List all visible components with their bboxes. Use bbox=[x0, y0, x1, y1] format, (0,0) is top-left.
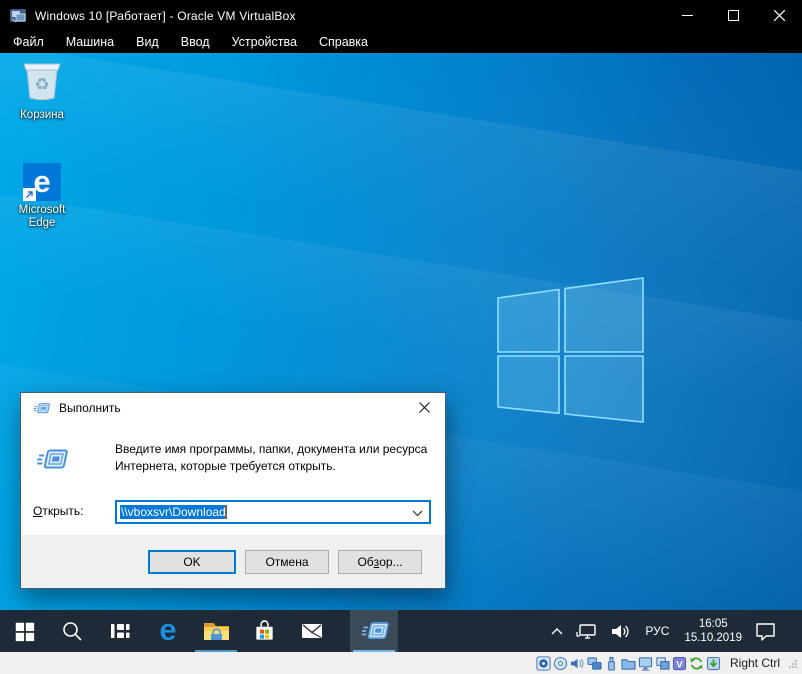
recycle-bin-icon: ♻ bbox=[21, 57, 63, 101]
tray-time: 16:05 bbox=[684, 617, 742, 631]
task-view-button[interactable] bbox=[96, 610, 144, 652]
browse-button[interactable]: Обзор... bbox=[338, 550, 422, 574]
action-center-icon[interactable] bbox=[749, 610, 782, 652]
desktop-icon-recycle-bin[interactable]: ♻ Корзина bbox=[4, 57, 80, 122]
desktop-icon-label: Microsoft Edge bbox=[4, 204, 80, 230]
tray-date: 15.10.2019 bbox=[684, 631, 742, 645]
open-combobox[interactable]: \\vboxsvr\Download bbox=[115, 500, 431, 524]
run-icon bbox=[32, 401, 50, 416]
start-icon bbox=[14, 621, 35, 642]
cancel-button[interactable]: Отмена bbox=[245, 550, 329, 574]
vbox-network-icon[interactable] bbox=[587, 656, 602, 671]
vm-menubar: Файл Машина Вид Ввод Устройства Справка bbox=[0, 31, 802, 53]
keyboard-capture-icon[interactable] bbox=[706, 656, 721, 671]
menu-view[interactable]: Вид bbox=[125, 32, 170, 52]
display-icon[interactable] bbox=[638, 656, 653, 671]
menu-file[interactable]: Файл bbox=[2, 32, 55, 52]
dialog-close-icon[interactable] bbox=[404, 393, 445, 422]
text-caret bbox=[225, 505, 227, 519]
optical-disc-icon[interactable] bbox=[553, 656, 568, 671]
taskbar-mail-button[interactable] bbox=[288, 610, 336, 652]
vm-window-title: Windows 10 [Работает] - Oracle VM Virtua… bbox=[35, 9, 664, 23]
mouse-integration-icon[interactable] bbox=[689, 656, 704, 671]
resize-grip[interactable] bbox=[787, 658, 798, 669]
edge-icon: e bbox=[23, 163, 61, 201]
start-button[interactable] bbox=[0, 610, 48, 652]
task-view-icon bbox=[108, 619, 132, 643]
store-icon bbox=[252, 619, 277, 644]
menu-devices[interactable]: Устройства bbox=[221, 32, 308, 52]
system-tray: РУС 16:05 15.10.2019 bbox=[544, 610, 802, 652]
maximize-icon[interactable] bbox=[710, 0, 756, 31]
virtualbox-app-icon bbox=[9, 8, 27, 24]
taskbar: e bbox=[0, 610, 802, 652]
shared-folders-icon[interactable] bbox=[621, 656, 636, 671]
windows-logo bbox=[488, 271, 650, 433]
combobox-selected-text: \\vboxsvr\Download bbox=[120, 505, 227, 519]
guest-desktop: ♻ Корзина e Microsoft Edge bbox=[0, 53, 802, 652]
menu-machine[interactable]: Машина bbox=[55, 32, 125, 52]
svg-text:V: V bbox=[676, 659, 683, 669]
file-explorer-icon bbox=[202, 619, 231, 643]
shortcut-arrow-icon bbox=[23, 188, 36, 201]
network-icon[interactable] bbox=[570, 610, 604, 652]
menu-help[interactable]: Справка bbox=[308, 32, 379, 52]
usb-icon[interactable] bbox=[604, 656, 619, 671]
recording-icon[interactable] bbox=[655, 656, 670, 671]
vbox-statusbar: V Right Ctrl bbox=[0, 652, 802, 674]
volume-icon[interactable] bbox=[604, 610, 637, 652]
vm-titlebar: Windows 10 [Работает] - Oracle VM Virtua… bbox=[0, 0, 802, 31]
run-dialog-body: Введите имя программы, папки, документа … bbox=[21, 423, 445, 537]
run-dialog-titlebar: Выполнить bbox=[21, 393, 445, 423]
tray-chevron-up-icon[interactable] bbox=[544, 610, 570, 652]
hard-disk-icon[interactable] bbox=[536, 656, 551, 671]
audio-icon[interactable] bbox=[570, 656, 585, 671]
ok-button[interactable]: OK bbox=[148, 550, 236, 574]
taskbar-file-explorer-button[interactable] bbox=[192, 610, 240, 652]
tray-clock[interactable]: 16:05 15.10.2019 bbox=[677, 617, 749, 645]
taskbar-edge-button[interactable]: e bbox=[144, 610, 192, 652]
language-indicator[interactable]: РУС bbox=[637, 610, 677, 652]
taskbar-run-dialog-button[interactable] bbox=[350, 610, 398, 652]
search-icon bbox=[60, 619, 84, 643]
desktop-icon-label: Корзина bbox=[4, 109, 80, 122]
vm-features-icon[interactable]: V bbox=[672, 656, 687, 671]
svg-text:♻: ♻ bbox=[34, 75, 49, 94]
chevron-down-icon[interactable] bbox=[412, 505, 423, 524]
run-dialog: Выполнить Вв bbox=[20, 392, 446, 589]
taskbar-store-button[interactable] bbox=[240, 610, 288, 652]
edge-icon: e bbox=[159, 614, 176, 645]
search-button[interactable] bbox=[48, 610, 96, 652]
host-key-label: Right Ctrl bbox=[730, 656, 780, 670]
desktop-icon-microsoft-edge[interactable]: e Microsoft Edge bbox=[4, 163, 80, 230]
run-dialog-message: Введите имя программы, папки, документа … bbox=[115, 441, 441, 475]
run-dialog-footer: OK Отмена Обзор... bbox=[21, 535, 445, 588]
virtualbox-vm-window: Windows 10 [Работает] - Oracle VM Virtua… bbox=[0, 0, 802, 674]
mail-icon bbox=[299, 618, 325, 644]
minimize-icon[interactable] bbox=[664, 0, 710, 31]
run-icon bbox=[359, 619, 389, 643]
open-field-label: Открыть: bbox=[33, 504, 83, 518]
run-icon-large bbox=[34, 446, 68, 476]
menu-input[interactable]: Ввод bbox=[170, 32, 221, 52]
run-dialog-title: Выполнить bbox=[59, 401, 121, 415]
close-icon[interactable] bbox=[756, 0, 802, 31]
